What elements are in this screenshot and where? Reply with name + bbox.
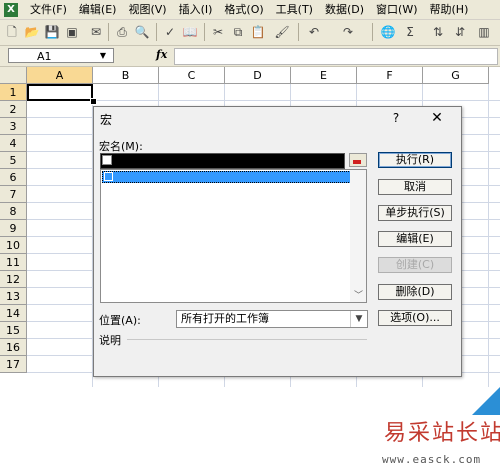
collapse-icon [353, 160, 361, 164]
menu-file[interactable]: 文件(F) [24, 0, 73, 19]
standard-toolbar: 🗋 📂 💾 ▣ ✉ ⎙ 🔍 ✓ 📖 ✂ ⧉ 📋 🖌 ↶ ↷ 🌐 Σ ⇅ ⇵ ▥ [0, 20, 500, 46]
select-all-corner[interactable] [0, 67, 27, 84]
collapse-dialog-button[interactable] [349, 153, 367, 167]
active-cell-a1[interactable] [27, 84, 93, 101]
watermark-url: www.easck.com [382, 453, 482, 466]
chevron-down-icon[interactable]: ﹀ [354, 288, 363, 301]
worksheet-icon [104, 172, 113, 181]
row-header-9[interactable]: 9 [0, 220, 27, 237]
chevron-down-icon[interactable]: ▼ [350, 311, 367, 327]
row-header-8[interactable]: 8 [0, 203, 27, 220]
watermark-corner-graphic [472, 387, 500, 415]
menu-window[interactable]: 窗口(W) [370, 0, 423, 19]
watermark-logo-text: 易采站长站 [384, 421, 500, 446]
run-button[interactable]: 执行(R) [378, 152, 452, 168]
row-header-17[interactable]: 17 [0, 356, 27, 373]
autosum-icon[interactable]: Σ [402, 24, 418, 40]
sort-ascending-icon[interactable]: ⇅ [430, 24, 446, 40]
row-header-15[interactable]: 15 [0, 322, 27, 339]
row-header-6[interactable]: 6 [0, 169, 27, 186]
create-button: 创建(C) [378, 257, 452, 273]
row-header-1[interactable]: 1 [0, 84, 27, 101]
help-button[interactable]: ? [387, 109, 405, 127]
cut-icon[interactable]: ✂ [210, 24, 226, 40]
menu-insert[interactable]: 插入(I) [173, 0, 219, 19]
column-header-f[interactable]: F [357, 67, 423, 84]
save-icon[interactable]: 💾 [44, 24, 60, 40]
row-header-3[interactable]: 3 [0, 118, 27, 135]
description-divider [127, 339, 367, 340]
column-header-g[interactable]: G [423, 67, 489, 84]
copy-icon[interactable]: ⧉ [230, 24, 246, 40]
options-button[interactable]: 选项(O)... [378, 310, 452, 326]
cancel-button[interactable]: 取消 [378, 179, 452, 195]
chevron-down-icon[interactable]: ▼ [96, 49, 110, 62]
location-label: 位置(A): [99, 314, 141, 327]
sort-descending-icon[interactable]: ⇵ [452, 24, 468, 40]
menu-bar: X 文件(F) 编辑(E) 视图(V) 插入(I) 格式(O) 工具(T) 数据… [0, 0, 500, 20]
spelling-icon[interactable]: ✓ [162, 24, 178, 40]
description-label: 说明 [99, 334, 121, 347]
menu-tools[interactable]: 工具(T) [270, 0, 319, 19]
row-header-2[interactable]: 2 [0, 101, 27, 118]
formula-bar: A1 ▼ fx [0, 46, 500, 67]
row-header-16[interactable]: 16 [0, 339, 27, 356]
menu-help[interactable]: 帮助(H) [424, 0, 475, 19]
row-header-14[interactable]: 14 [0, 305, 27, 322]
macro-name-input[interactable] [100, 153, 345, 169]
column-header-c[interactable]: C [159, 67, 225, 84]
email-icon[interactable]: ✉ [88, 24, 104, 40]
hyperlink-icon[interactable]: 🌐 [380, 24, 396, 40]
menu-view[interactable]: 视图(V) [122, 0, 172, 19]
row-header-10[interactable]: 10 [0, 237, 27, 254]
macro-list[interactable]: ﹀ [100, 169, 367, 303]
research-icon[interactable]: 📖 [182, 24, 198, 40]
list-item[interactable] [102, 171, 351, 183]
menu-format[interactable]: 格式(O) [218, 0, 269, 19]
delete-button[interactable]: 删除(D) [378, 284, 452, 300]
excel-app-icon[interactable]: X [4, 2, 18, 17]
row-header-13[interactable]: 13 [0, 288, 27, 305]
chart-wizard-icon[interactable]: ▥ [476, 24, 492, 40]
macro-dialog: 宏 ? ✕ 宏名(M): ﹀ 执行(R) 取消 单步执行(S) 编辑(E) 创建… [93, 106, 462, 377]
edit-button[interactable]: 编辑(E) [378, 231, 452, 247]
print-icon[interactable]: ⎙ [114, 24, 130, 40]
close-button[interactable]: ✕ [427, 109, 447, 127]
print-preview-icon[interactable]: 🔍 [134, 24, 150, 40]
format-painter-icon[interactable]: 🖌 [274, 24, 290, 40]
menu-data[interactable]: 数据(D) [319, 0, 370, 19]
paste-icon[interactable]: 📋 [250, 24, 266, 40]
list-scrollbar[interactable]: ﹀ [350, 170, 366, 302]
formula-input[interactable] [174, 48, 498, 65]
column-header-a[interactable]: A [27, 67, 93, 84]
undo-icon[interactable]: ↶ [306, 24, 322, 40]
column-header-e[interactable]: E [291, 67, 357, 84]
row-header-5[interactable]: 5 [0, 152, 27, 169]
column-header-d[interactable]: D [225, 67, 291, 84]
permission-icon[interactable]: ▣ [64, 24, 80, 40]
row-header-4[interactable]: 4 [0, 135, 27, 152]
dialog-title: 宏 [100, 113, 113, 127]
watermark-area: 易采站长站 www.easck.com [0, 387, 500, 473]
macro-name-label: 宏名(M): [99, 140, 143, 153]
row-header-11[interactable]: 11 [0, 254, 27, 271]
location-select[interactable]: 所有打开的工作簿 ▼ [176, 310, 368, 328]
open-folder-icon[interactable]: 📂 [24, 24, 40, 40]
step-into-button[interactable]: 单步执行(S) [378, 205, 452, 221]
insert-function-icon[interactable]: fx [156, 48, 167, 61]
worksheet-icon [102, 155, 112, 165]
row-header-7[interactable]: 7 [0, 186, 27, 203]
menu-edit[interactable]: 编辑(E) [73, 0, 123, 19]
column-header-b[interactable]: B [93, 67, 159, 84]
redo-icon[interactable]: ↷ [340, 24, 356, 40]
location-value: 所有打开的工作簿 [181, 312, 269, 325]
fill-handle[interactable] [90, 98, 97, 105]
row-header-12[interactable]: 12 [0, 271, 27, 288]
new-document-icon[interactable]: 🗋 [4, 24, 20, 40]
